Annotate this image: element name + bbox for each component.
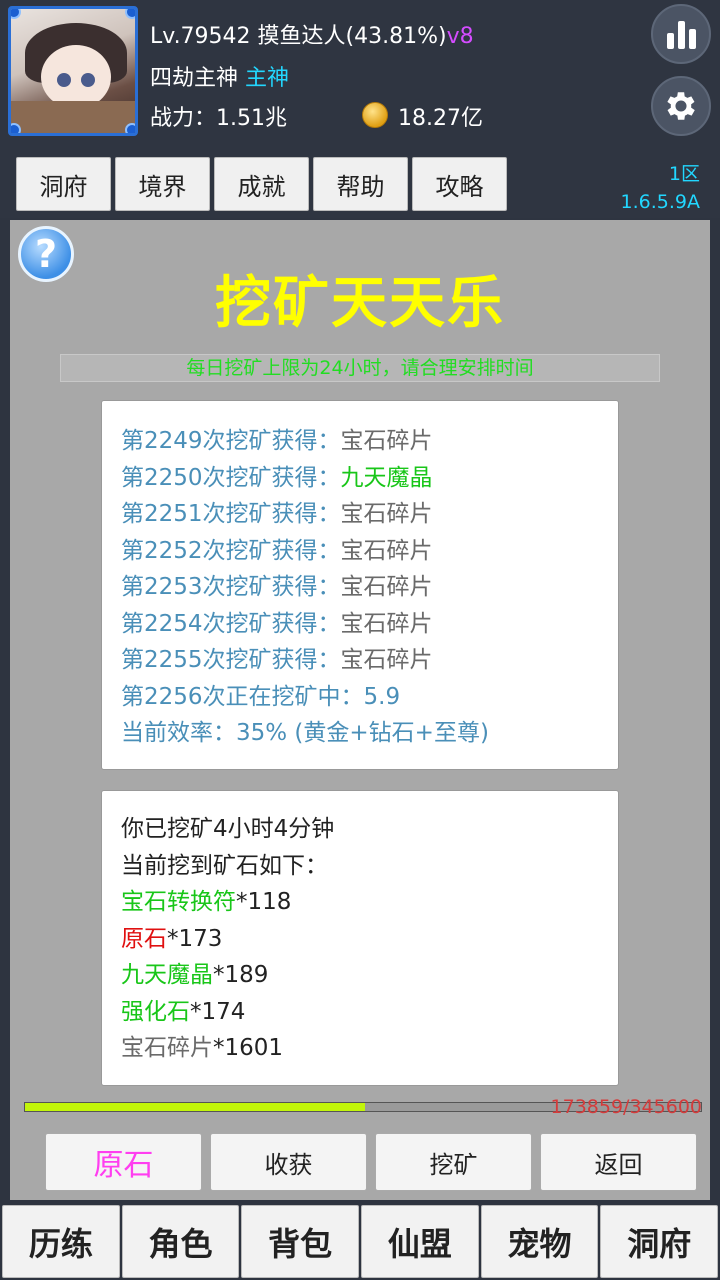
log-item: 宝石碎片 [340,574,433,600]
tab-dongfu[interactable]: 洞府 [16,157,111,211]
log-line: 第2255次挖矿获得：宝石碎片 [121,647,433,673]
player-level-line: Lv.79542 摸鱼达人(43.81%)v8 [150,18,474,50]
avatar-corner-gem [11,9,21,19]
tab-jingjie[interactable]: 境界 [115,157,210,211]
action-buttons: 原石 收获 挖矿 返回 [45,1133,697,1191]
result-item: 宝石转换符*118 [121,889,292,915]
result-item: 九天魔晶*189 [121,962,269,988]
settings-button[interactable] [651,76,711,136]
page-title: 挖矿天天乐 [215,271,505,336]
log-item: 九天魔晶 [340,464,433,491]
avatar-face [41,45,111,109]
log-line: 第2251次挖矿获得：宝石碎片 [121,501,433,527]
server-info: 1区 1.6.5.9A [621,160,700,216]
mine-button[interactable]: 挖矿 [375,1133,532,1191]
nav-chongwu[interactable]: 宠物 [480,1205,599,1278]
result-item: 强化石*174 [121,998,246,1025]
nav-lilian[interactable]: 历练 [2,1205,120,1278]
player-header: Lv.79542 摸鱼达人(43.81%)v8 四劫主神 主神 战力：1.51兆… [0,0,720,218]
log-item: 宝石碎片 [340,501,433,527]
nav-beibao[interactable]: 背包 [241,1205,360,1278]
mining-panel: ? 挖矿天天乐 每日挖矿上限为24小时，请合理安排时间 第2249次挖矿获得：宝… [10,220,710,1200]
back-button[interactable]: 返回 [540,1133,697,1191]
player-level: Lv.79542 [150,24,251,49]
rank-tag: 主神 [245,66,290,91]
stats-icon [666,19,696,49]
log-line: 第2249次挖矿获得：宝石碎片 [121,428,433,454]
mined-time: 你已挖矿4小时4分钟 [121,816,335,842]
nav-dongfu[interactable]: 洞府 [600,1205,719,1278]
progress-fill [25,1103,366,1111]
tab-gonglue[interactable]: 攻略 [412,157,507,211]
player-rank-line: 四劫主神 主神 [150,60,289,92]
current-mining: 第2256次正在挖矿中：5.9 [121,683,401,710]
player-title: 摸鱼达人(43.81%) [257,24,447,49]
power-label: 战力： [150,106,217,131]
harvest-button[interactable]: 收获 [210,1133,367,1191]
avatar-eye-left [57,73,71,87]
power-value: 1.51兆 [216,106,288,131]
coin-icon [362,102,388,128]
avatar-corner-gem [11,123,21,133]
avatar-box [11,101,135,133]
server-name: 1区 [668,163,700,185]
mining-results: 你已挖矿4小时4分钟 当前挖到矿石如下： 宝石转换符*118 原石*173 九天… [101,790,619,1086]
player-power-line: 战力：1.51兆 [150,100,287,132]
vip-badge: v8 [446,24,474,49]
mining-efficiency: 当前效率：35% (黄金+钻石+至尊) [121,720,489,746]
raw-stone-button[interactable]: 原石 [45,1133,202,1191]
log-line: 第2254次挖矿获得：宝石碎片 [121,610,433,637]
player-avatar[interactable] [8,6,138,136]
log-item: 宝石碎片 [340,537,433,564]
avatar-corner-gem [125,9,135,19]
log-item: 宝石碎片 [340,428,433,454]
top-tabs: 洞府 境界 成就 帮助 攻略 [16,157,507,211]
avatar-corner-gem [125,123,135,133]
bottom-nav: 历练 角色 背包 仙盟 宠物 洞府 [0,1203,720,1280]
gold-amount: 18.27亿 [398,106,483,131]
nav-xianmeng[interactable]: 仙盟 [361,1205,479,1278]
result-item: 宝石碎片*1601 [121,1035,284,1061]
log-item: 宝石碎片 [340,610,433,637]
log-line: 第2253次挖矿获得：宝石碎片 [121,574,433,600]
daily-limit-notice: 每日挖矿上限为24小时，请合理安排时间 [60,354,660,382]
mined-header: 当前挖到矿石如下： [121,852,328,879]
stats-button[interactable] [651,4,711,64]
tab-bangzhu[interactable]: 帮助 [313,157,408,211]
nav-juese[interactable]: 角色 [121,1205,240,1278]
player-rank: 四劫主神 [150,66,239,91]
result-item: 原石*173 [121,925,223,952]
avatar-eye-right [81,73,95,87]
mining-log: 第2249次挖矿获得：宝石碎片 第2250次挖矿获得：九天魔晶 第2251次挖矿… [101,400,619,770]
log-item: 宝石碎片 [340,647,433,673]
version-label: 1.6.5.9A [620,191,700,213]
gear-icon [667,92,695,120]
log-line: 第2252次挖矿获得：宝石碎片 [121,537,433,564]
progress-text: 173859/345600 [550,1096,702,1118]
log-line: 第2250次挖矿获得：九天魔晶 [121,464,433,491]
tab-chengjiu[interactable]: 成就 [214,157,309,211]
